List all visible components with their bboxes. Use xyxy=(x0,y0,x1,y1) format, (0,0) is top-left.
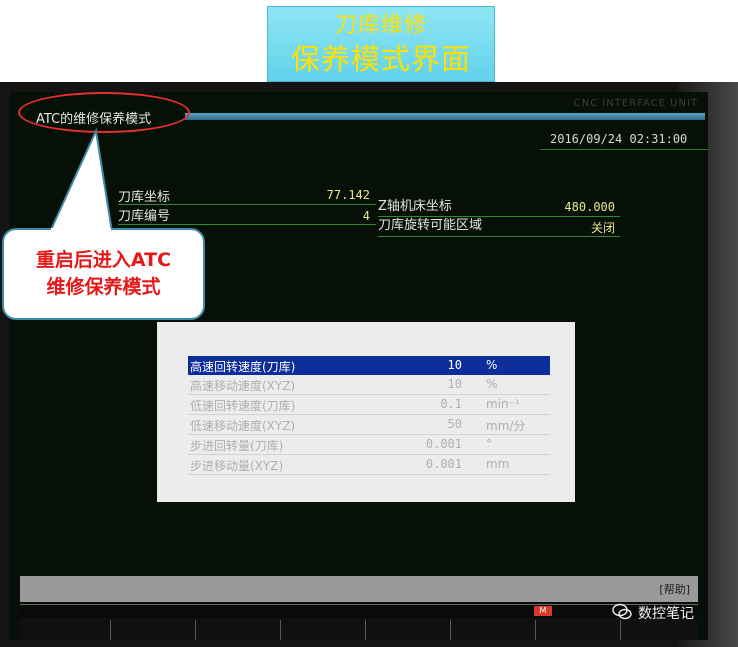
wechat-icon xyxy=(612,603,632,620)
watermark-text: 数控笔记 xyxy=(638,606,694,622)
